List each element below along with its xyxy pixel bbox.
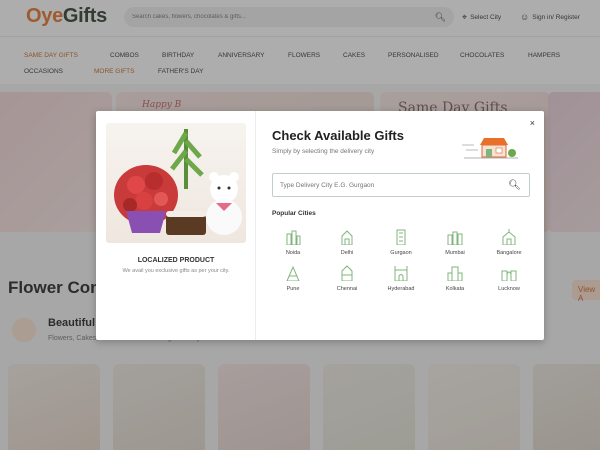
city-option-chennai[interactable]: Chennai — [322, 265, 372, 292]
city-landmark-icon — [341, 230, 353, 245]
city-option-gurgaon[interactable]: Gurgaon — [376, 229, 426, 256]
modal-title: Check Available Gifts — [272, 128, 404, 143]
city-name: Chennai — [336, 286, 358, 292]
city-landmark-icon — [396, 229, 406, 245]
city-name: Delhi — [340, 250, 354, 256]
delivery-city-input[interactable] — [280, 181, 500, 189]
city-name: Noida — [285, 250, 301, 256]
search-icon[interactable]: 🔍︎ — [508, 180, 521, 191]
city-name: Kolkata — [445, 286, 465, 292]
modal-subtitle: Simply by selecting the delivery city — [272, 148, 375, 155]
gift-hamper-illustration — [114, 129, 242, 235]
city-landmark-icon — [447, 231, 463, 245]
city-option-lucknow[interactable]: Lucknow — [484, 265, 534, 292]
city-landmark-icon — [447, 266, 463, 281]
localized-product-desc: We avail you exclusive gifts as per your… — [122, 268, 230, 274]
city-name: Lucknow — [498, 286, 520, 292]
city-option-hyderabad[interactable]: Hyderabad — [376, 265, 426, 292]
localized-product-title: LOCALIZED PRODUCT — [137, 257, 215, 264]
popular-cities-label: Popular Cities — [272, 210, 316, 217]
city-name: Pune — [286, 286, 300, 292]
city-landmark-icon — [502, 229, 516, 245]
city-landmark-icon — [341, 265, 353, 281]
city-option-kolkata[interactable]: Kolkata — [430, 265, 480, 292]
close-icon[interactable]: × — [530, 118, 535, 128]
city-landmark-icon — [286, 230, 301, 245]
city-name: Bangalore — [496, 250, 522, 256]
city-option-noida[interactable]: Noida — [268, 229, 318, 256]
product-image — [106, 123, 246, 243]
city-option-bangalore[interactable]: Bangalore — [484, 229, 534, 256]
city-landmark-icon — [286, 265, 300, 281]
city-name: Gurgaon — [390, 250, 412, 256]
city-option-delhi[interactable]: Delhi — [322, 229, 372, 256]
modal-left-panel: LOCALIZED PRODUCT We avail you exclusive… — [96, 111, 256, 340]
delivery-city-field[interactable]: 🔍︎ — [272, 173, 530, 197]
store-delivery-icon — [462, 138, 518, 159]
city-name: Hyderabad — [387, 286, 415, 292]
city-select-modal: LOCALIZED PRODUCT We avail you exclusive… — [96, 111, 544, 340]
city-landmark-icon — [394, 266, 408, 281]
city-option-mumbai[interactable]: Mumbai — [430, 229, 480, 256]
city-option-pune[interactable]: Pune — [268, 265, 318, 292]
city-name: Mumbai — [445, 250, 465, 256]
city-landmark-icon — [501, 270, 517, 281]
